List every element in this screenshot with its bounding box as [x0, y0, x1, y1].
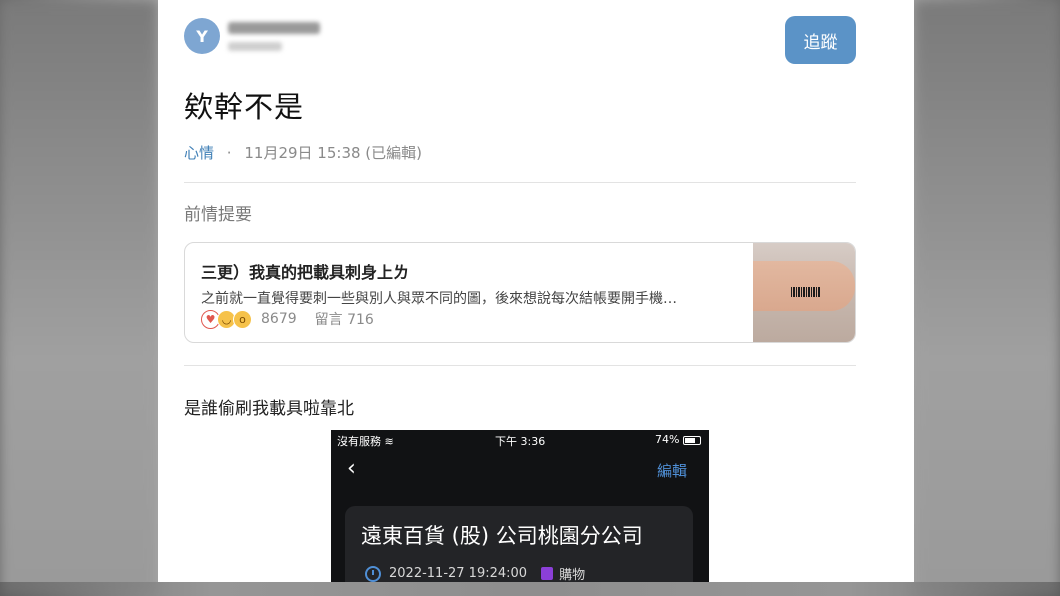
- post-meta: 心情 · 11月29日 15:38 (已編輯): [184, 142, 422, 163]
- background-bottom-strip: [0, 582, 1060, 596]
- linked-post-title: 三更）我真的把載具刺身上ㄌ: [201, 263, 410, 282]
- post-timestamp: 11月29日 15:38 (已編輯): [244, 144, 423, 162]
- meta-separator: ·: [226, 144, 232, 162]
- board-link[interactable]: 心情: [184, 144, 214, 162]
- author-info: [228, 21, 320, 51]
- reaction-count: 8679: [261, 311, 297, 327]
- status-right: 74%: [655, 433, 701, 446]
- receipt-category: 購物: [559, 568, 586, 582]
- status-bar: 沒有服務 ≋ 下午 3:36 74%: [331, 430, 709, 450]
- section-label-previous: 前情提要: [184, 205, 252, 225]
- carrier-status: 沒有服務: [337, 435, 381, 448]
- wifi-icon: ≋: [384, 435, 394, 448]
- edit-link: 編輯: [656, 462, 687, 480]
- background-blur-left: [0, 0, 158, 596]
- post-page: Y 追蹤 欸幹不是 心情 · 11月29日 15:38 (已編輯) 前情提要 三…: [158, 0, 914, 582]
- receipt-meta: 2022-11-27 19:24:00 購物: [365, 564, 585, 582]
- store-name: 遠東百貨 (股) 公司桃園分公司: [361, 524, 643, 548]
- battery-percent: 74%: [655, 433, 680, 446]
- status-left: 沒有服務 ≋: [337, 433, 394, 449]
- post-body: 是誰偷刷我載具啦靠北: [184, 399, 354, 419]
- tattooed-arm-image: [753, 261, 855, 311]
- back-chevron-icon: ‹: [347, 456, 356, 481]
- battery-icon: [683, 435, 701, 445]
- clock-icon: [365, 565, 381, 582]
- shopping-bag-icon: [541, 567, 554, 580]
- receipt-card: 遠東百貨 (股) 公司桃園分公司 2022-11-27 19:24:00 購物: [345, 506, 693, 582]
- linked-post-card[interactable]: 三更）我真的把載具刺身上ㄌ 之前就一直覺得要刺一些與別人與眾不同的圖，後來想說每…: [184, 242, 856, 343]
- post-title: 欸幹不是: [184, 90, 305, 124]
- divider: [184, 182, 856, 183]
- divider: [184, 365, 856, 366]
- comment-count: 留言 716: [314, 312, 374, 328]
- reactions: ♥ ◡ o: [201, 309, 252, 329]
- background-blur-right: [914, 0, 1060, 596]
- follow-button[interactable]: 追蹤: [785, 16, 856, 64]
- linked-post-excerpt: 之前就一直覺得要刺一些與別人與眾不同的圖，後來想說每次結帳要開手機…: [201, 291, 677, 307]
- receipt-datetime: 2022-11-27 19:24:00: [389, 566, 528, 581]
- status-time: 下午 3:36: [495, 435, 546, 448]
- linked-post-thumbnail: [753, 243, 855, 342]
- avatar[interactable]: Y: [184, 18, 220, 54]
- wow-icon: o: [233, 309, 252, 329]
- author-name-blurred: [228, 21, 320, 34]
- author-row[interactable]: Y: [184, 18, 320, 54]
- phone-nav-bar: ‹ 編輯: [331, 450, 709, 488]
- embedded-phone-screenshot: 沒有服務 ≋ 下午 3:36 74% ‹ 編輯 遠東百貨 (股) 公司桃園分公司…: [331, 430, 709, 582]
- avatar-y-icon: Y: [196, 26, 208, 46]
- linked-post-stats: ♥ ◡ o 8679 留言 716: [201, 309, 374, 329]
- author-handle-blurred: [228, 41, 282, 51]
- barcode-tattoo: [791, 287, 821, 297]
